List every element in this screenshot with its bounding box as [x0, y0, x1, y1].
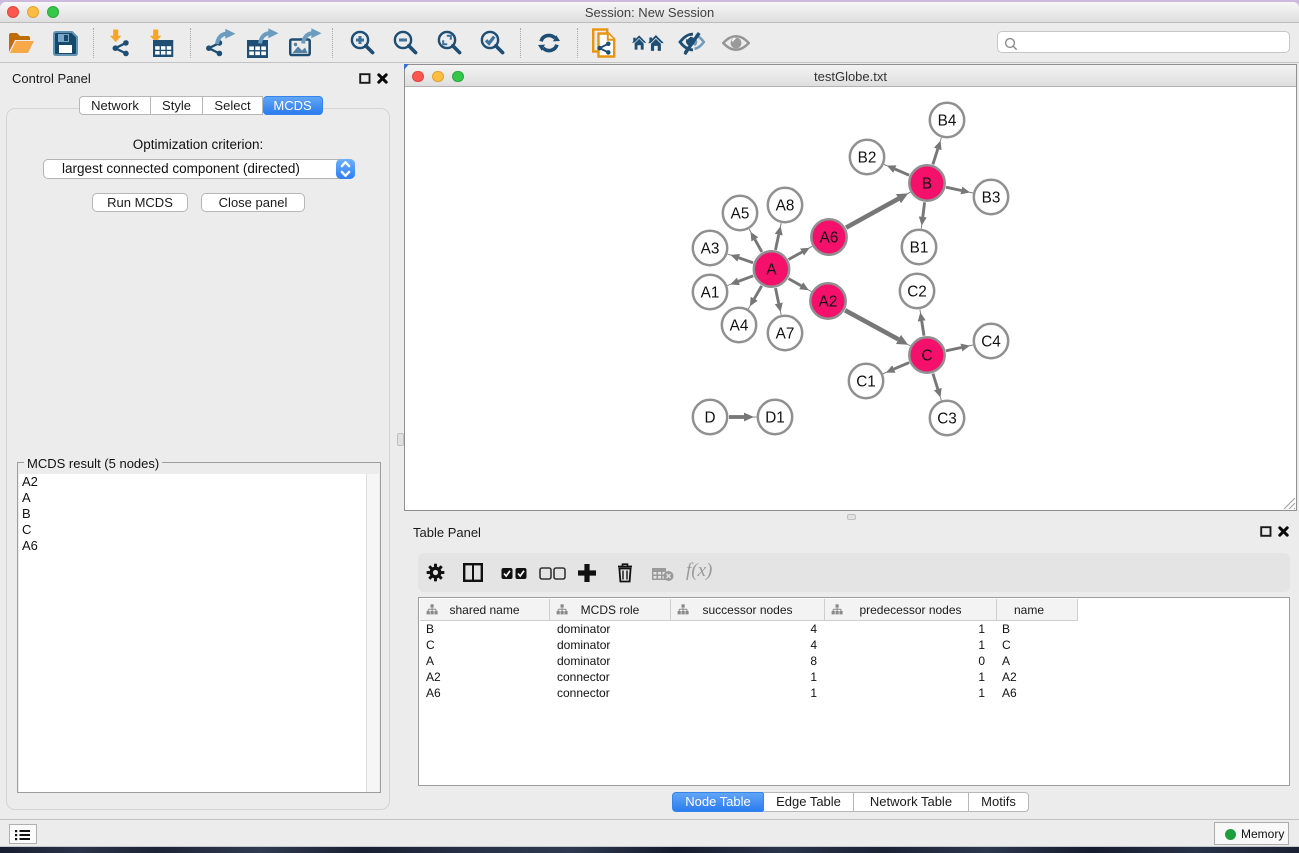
svg-text:B2: B2 [858, 149, 877, 166]
svg-text:A8: A8 [776, 197, 795, 214]
svg-text:A: A [766, 261, 777, 278]
svg-text:C4: C4 [981, 333, 1001, 350]
svg-text:C3: C3 [937, 410, 957, 427]
svg-text:A4: A4 [730, 317, 749, 334]
svg-text:C1: C1 [856, 373, 876, 390]
svg-text:A3: A3 [701, 240, 720, 257]
svg-text:A7: A7 [776, 325, 795, 342]
svg-text:B4: B4 [938, 112, 957, 129]
svg-text:A1: A1 [701, 284, 720, 301]
svg-text:D1: D1 [765, 409, 785, 426]
svg-text:B3: B3 [982, 189, 1001, 206]
svg-text:D: D [704, 409, 715, 426]
svg-text:A5: A5 [731, 205, 750, 222]
svg-text:B: B [922, 175, 932, 192]
svg-text:A6: A6 [820, 229, 839, 246]
svg-text:A2: A2 [819, 293, 838, 310]
svg-text:B1: B1 [910, 239, 929, 256]
svg-text:C: C [921, 347, 932, 364]
svg-text:C2: C2 [907, 283, 927, 300]
